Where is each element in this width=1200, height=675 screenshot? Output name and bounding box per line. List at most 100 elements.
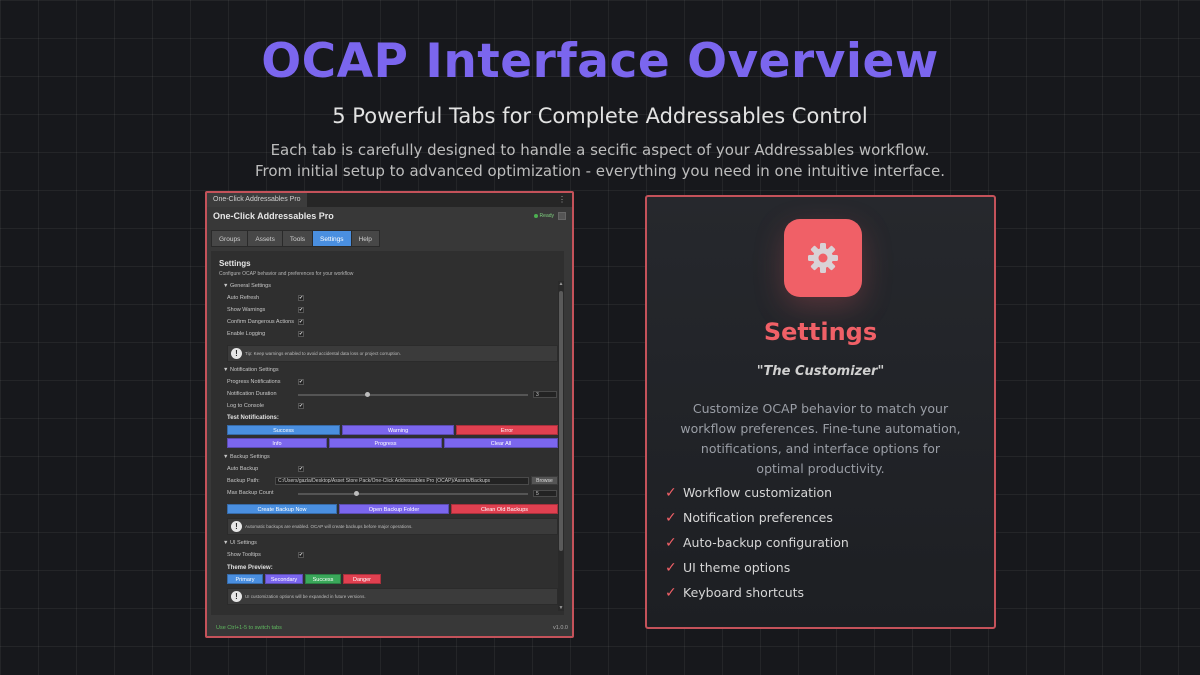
ui-settings-foldout[interactable]: ▼ UI Settings xyxy=(223,540,257,546)
backup-info-text: Automatic backups are enabled. OCAP will… xyxy=(245,524,413,529)
show-tooltips-checkbox[interactable]: ✔ xyxy=(298,552,304,558)
max-backup-count-field[interactable]: 5 xyxy=(533,490,557,497)
notification-duration-slider[interactable] xyxy=(298,394,528,396)
gear-icon xyxy=(808,243,838,273)
settings-panel: Settings Configure OCAP behavior and pre… xyxy=(211,251,564,615)
show-warnings-checkbox[interactable]: ✔ xyxy=(298,307,304,313)
create-backup-button[interactable]: Create Backup Now xyxy=(227,504,337,514)
page-subtitle: 5 Powerful Tabs for Complete Addressable… xyxy=(332,104,868,128)
theme-secondary-button[interactable]: Secondary xyxy=(265,574,303,584)
show-tooltips-label: Show Tooltips xyxy=(227,552,261,558)
window-tab[interactable]: One-Click Addressables Pro xyxy=(207,193,307,207)
feature-item: ✓ Notification preferences xyxy=(665,505,849,530)
show-warnings-label: Show Warnings xyxy=(227,307,266,313)
auto-refresh-checkbox[interactable]: ✔ xyxy=(298,295,304,301)
backup-info-box: ! Automatic backups are enabled. OCAP wi… xyxy=(227,518,558,535)
tab-groups[interactable]: Groups xyxy=(211,230,249,247)
feature-label: Keyboard shortcuts xyxy=(683,585,805,600)
tab-tools[interactable]: Tools xyxy=(281,230,314,247)
settings-feature-card: Settings "The Customizer" Customize OCAP… xyxy=(645,195,996,629)
theme-success-button[interactable]: Success xyxy=(305,574,341,584)
test-error-button[interactable]: Error xyxy=(456,425,558,435)
general-settings-foldout[interactable]: ▼ General Settings xyxy=(223,283,271,289)
feature-label: Auto-backup configuration xyxy=(683,535,849,550)
confirm-dangerous-label: Confirm Dangerous Actions xyxy=(227,319,294,325)
card-tagline: "The Customizer" xyxy=(756,364,885,379)
version-label: v1.0.0 xyxy=(553,625,568,631)
progress-notifications-label: Progress Notifications xyxy=(227,379,281,385)
check-icon: ✓ xyxy=(665,559,677,576)
tab-bar: Groups Assets Tools Settings Help xyxy=(211,230,380,247)
settings-subtitle: Configure OCAP behavior and preferences … xyxy=(219,271,354,277)
notification-settings-foldout[interactable]: ▼ Notification Settings xyxy=(223,367,279,373)
clear-all-button[interactable]: Clear All xyxy=(444,438,558,448)
feature-item: ✓ Workflow customization xyxy=(665,480,849,505)
check-icon: ✓ xyxy=(665,484,677,501)
notification-duration-field[interactable]: 3 xyxy=(533,391,557,398)
info-icon: ! xyxy=(231,521,242,532)
backup-path-field[interactable]: C:/Users/gazla/Desktop/Asset Store Pack/… xyxy=(275,477,529,485)
general-tip-box: ! Tip: Keep warnings enabled to avoid ac… xyxy=(227,345,558,362)
status-menu-button[interactable] xyxy=(558,212,566,220)
theme-preview-label: Theme Preview: xyxy=(227,565,273,571)
settings-scrollbar[interactable]: ▲ ▼ xyxy=(558,281,564,611)
app-title: One-Click Addressables Pro xyxy=(213,211,334,221)
status-text: Ready xyxy=(539,213,554,219)
log-to-console-checkbox[interactable]: ✔ xyxy=(298,403,304,409)
browse-button[interactable]: Browse xyxy=(531,476,558,485)
backup-settings-foldout[interactable]: ▼ Backup Settings xyxy=(223,454,270,460)
tab-assets[interactable]: Assets xyxy=(247,230,283,247)
open-backup-folder-button[interactable]: Open Backup Folder xyxy=(339,504,449,514)
feature-label: UI theme options xyxy=(683,560,791,575)
check-icon: ✓ xyxy=(665,534,677,551)
ui-info-box: ! UI customization options will be expan… xyxy=(227,588,558,605)
window-menu-icon[interactable]: ⋮ xyxy=(558,193,572,207)
progress-notifications-checkbox[interactable]: ✔ xyxy=(298,379,304,385)
theme-danger-button[interactable]: Danger xyxy=(343,574,381,584)
status-indicator: Ready xyxy=(533,212,566,220)
scroll-thumb[interactable] xyxy=(559,291,563,551)
feature-label: Notification preferences xyxy=(683,510,833,525)
page-title: OCAP Interface Overview xyxy=(261,34,939,89)
window-titlebar: One-Click Addressables Pro ⋮ xyxy=(207,193,572,207)
description-line-1: Each tab is carefully designed to handle… xyxy=(270,141,930,159)
notification-duration-slider-knob[interactable] xyxy=(365,392,370,397)
feature-item: ✓ UI theme options xyxy=(665,555,849,580)
enable-logging-checkbox[interactable]: ✔ xyxy=(298,331,304,337)
scroll-up-icon[interactable]: ▲ xyxy=(558,281,564,287)
enable-logging-label: Enable Logging xyxy=(227,331,266,337)
auto-backup-label: Auto Backup xyxy=(227,466,259,472)
tab-help[interactable]: Help xyxy=(350,230,380,247)
feature-item: ✓ Keyboard shortcuts xyxy=(665,580,849,605)
settings-title: Settings xyxy=(219,259,251,268)
max-backup-count-slider-knob[interactable] xyxy=(353,491,359,496)
notification-duration-label: Notification Duration xyxy=(227,391,277,397)
editor-window: One-Click Addressables Pro ⋮ One-Click A… xyxy=(205,191,574,638)
test-success-button[interactable]: Success xyxy=(227,425,340,435)
test-notifications-label: Test Notifications: xyxy=(227,415,279,421)
settings-app-icon xyxy=(784,219,862,297)
theme-primary-button[interactable]: Primary xyxy=(227,574,263,584)
confirm-dangerous-checkbox[interactable]: ✔ xyxy=(298,319,304,325)
test-progress-button[interactable]: Progress xyxy=(329,438,442,448)
card-title: Settings xyxy=(763,318,878,346)
tab-settings[interactable]: Settings xyxy=(312,230,352,247)
max-backup-count-slider[interactable] xyxy=(298,493,528,495)
feature-list: ✓ Workflow customization ✓ Notification pr… xyxy=(665,480,849,605)
description-line-2: From initial setup to advanced optimizat… xyxy=(254,162,946,180)
card-description: Customize OCAP behavior to match your wo… xyxy=(680,401,961,476)
feature-label: Workflow customization xyxy=(683,485,833,500)
page-description: Each tab is carefully designed to handle… xyxy=(0,140,1200,182)
auto-backup-checkbox[interactable]: ✔ xyxy=(298,466,304,472)
max-backup-count-label: Max Backup Count xyxy=(227,490,274,496)
test-info-button[interactable]: Info xyxy=(227,438,327,448)
general-tip-text: Tip: Keep warnings enabled to avoid acci… xyxy=(245,351,401,356)
info-icon: ! xyxy=(231,591,242,602)
backup-path-label: Backup Path: xyxy=(227,478,260,484)
status-dot-icon xyxy=(533,214,538,218)
clean-old-backups-button[interactable]: Clean Old Backups xyxy=(451,504,558,514)
scroll-down-icon[interactable]: ▼ xyxy=(558,605,564,611)
test-warning-button[interactable]: Warning xyxy=(342,425,454,435)
app-header: One-Click Addressables Pro Ready xyxy=(207,207,572,225)
info-icon: ! xyxy=(231,348,242,359)
